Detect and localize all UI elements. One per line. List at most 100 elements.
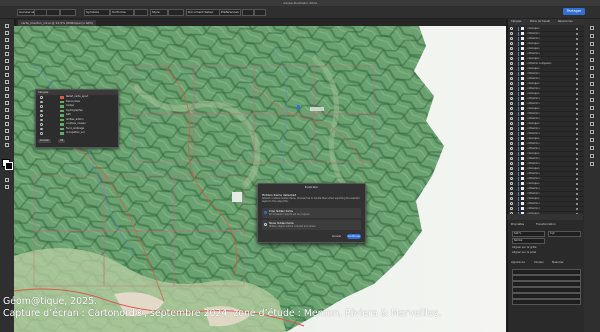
target-icon[interactable]	[576, 32, 579, 35]
layer-options-cancel-button[interactable]: Annuler	[38, 139, 51, 143]
eye-icon[interactable]	[510, 112, 513, 115]
target-icon[interactable]	[576, 157, 579, 160]
control-item[interactable]	[46, 9, 60, 16]
snap-grid-checkbox-label[interactable]: Aligner sur la grille	[512, 246, 536, 249]
tab-color[interactable]: Couleur	[534, 261, 544, 264]
libraries-icon[interactable]	[589, 41, 595, 46]
graphic-styles-icon[interactable]	[589, 113, 595, 118]
eye-icon[interactable]	[510, 202, 513, 205]
target-icon[interactable]	[576, 87, 579, 90]
target-icon[interactable]	[576, 37, 579, 40]
eye-icon[interactable]	[510, 147, 513, 150]
tab-assets[interactable]: Ressources	[558, 19, 573, 25]
shape-builder-tool-icon[interactable]	[3, 114, 11, 120]
eye-icon[interactable]	[510, 157, 513, 160]
show-hidden-option[interactable]: Show hidden items Hidden objects will be…	[262, 220, 361, 230]
eye-icon[interactable]	[510, 27, 513, 30]
control-item[interactable]	[168, 9, 184, 16]
eyedropper-tool-icon[interactable]	[3, 128, 11, 134]
dialog-continue-button[interactable]: Continuer	[347, 234, 361, 239]
eye-icon[interactable]	[40, 118, 43, 121]
target-icon[interactable]	[576, 57, 579, 60]
target-icon[interactable]	[576, 82, 579, 85]
target-icon[interactable]	[576, 27, 579, 30]
transparency-icon[interactable]	[589, 97, 595, 102]
eye-icon[interactable]	[510, 182, 513, 185]
eye-icon[interactable]	[510, 162, 513, 165]
eye-icon[interactable]	[510, 97, 513, 100]
eye-icon[interactable]	[510, 107, 513, 110]
target-icon[interactable]	[576, 67, 579, 70]
eye-icon[interactable]	[510, 72, 513, 75]
control-item[interactable]: Symbole	[84, 9, 110, 16]
eye-icon[interactable]	[40, 127, 43, 130]
radio-selected-icon[interactable]	[264, 210, 267, 214]
target-icon[interactable]	[576, 207, 579, 210]
target-icon[interactable]	[576, 167, 579, 170]
rectangle-tool-icon[interactable]	[3, 65, 11, 71]
target-icon[interactable]	[576, 142, 579, 145]
gradient-tool-icon[interactable]	[3, 121, 11, 127]
target-icon[interactable]	[576, 182, 579, 185]
target-icon[interactable]	[576, 132, 579, 135]
tab-swatches[interactable]: Nuancier	[552, 261, 564, 264]
target-icon[interactable]	[576, 117, 579, 120]
eye-icon[interactable]	[510, 127, 513, 130]
dialog-cancel-button[interactable]: Annuler	[330, 234, 343, 239]
eye-icon[interactable]	[510, 87, 513, 90]
eye-icon[interactable]	[510, 167, 513, 170]
control-item[interactable]	[242, 9, 254, 16]
target-icon[interactable]	[576, 42, 579, 45]
eye-icon[interactable]	[40, 114, 43, 117]
document-setup-button[interactable]: Document Setup	[186, 9, 220, 16]
eye-icon[interactable]	[40, 105, 43, 108]
target-icon[interactable]	[576, 127, 579, 130]
blend-mode-select[interactable]: Normal	[512, 238, 545, 244]
target-icon[interactable]	[576, 202, 579, 205]
target-icon[interactable]	[576, 47, 579, 50]
direct-selection-tool-icon[interactable]	[3, 30, 11, 36]
brushes-icon[interactable]	[589, 65, 595, 70]
links-icon[interactable]	[589, 161, 595, 166]
opacity-field[interactable]: 100 %	[512, 231, 545, 237]
tab-properties[interactable]: Propriétés	[511, 223, 524, 226]
color-icon[interactable]	[589, 49, 595, 54]
target-icon[interactable]	[576, 97, 579, 100]
target-icon[interactable]	[576, 147, 579, 150]
target-icon[interactable]	[576, 177, 579, 180]
eye-icon[interactable]	[510, 132, 513, 135]
target-icon[interactable]	[576, 152, 579, 155]
eye-icon[interactable]	[510, 57, 513, 60]
appearance-row[interactable]	[512, 299, 581, 305]
target-icon[interactable]	[576, 187, 579, 190]
target-icon[interactable]	[576, 122, 579, 125]
layer-options-ok-button[interactable]: OK	[58, 139, 66, 143]
pathfinder-icon[interactable]	[589, 129, 595, 134]
stroke-weight-field[interactable]: 0 pt	[548, 231, 581, 237]
target-icon[interactable]	[576, 92, 579, 95]
draw-mode-icon[interactable]	[3, 177, 11, 183]
character-icon[interactable]	[589, 145, 595, 150]
eye-icon[interactable]	[510, 177, 513, 180]
target-icon[interactable]	[576, 52, 579, 55]
type-tool-icon[interactable]	[3, 51, 11, 57]
eye-icon[interactable]	[40, 132, 43, 135]
eye-icon[interactable]	[40, 100, 43, 103]
properties-icon[interactable]	[589, 25, 595, 30]
artboard-canvas[interactable]	[14, 26, 506, 332]
target-icon[interactable]	[576, 72, 579, 75]
width-tool-icon[interactable]	[3, 107, 11, 113]
scale-tool-icon[interactable]	[3, 100, 11, 106]
eye-icon[interactable]	[510, 47, 513, 50]
paintbrush-tool-icon[interactable]	[3, 72, 11, 78]
eye-icon[interactable]	[510, 52, 513, 55]
eye-icon[interactable]	[510, 122, 513, 125]
share-button[interactable]: Partager	[563, 8, 585, 15]
gradient-icon[interactable]	[589, 89, 595, 94]
eraser-tool-icon[interactable]	[3, 86, 11, 92]
eye-icon[interactable]	[510, 32, 513, 35]
paragraph-icon[interactable]	[589, 153, 595, 158]
target-icon[interactable]	[576, 112, 579, 115]
layers-icon[interactable]	[589, 33, 595, 38]
eye-icon[interactable]	[510, 142, 513, 145]
